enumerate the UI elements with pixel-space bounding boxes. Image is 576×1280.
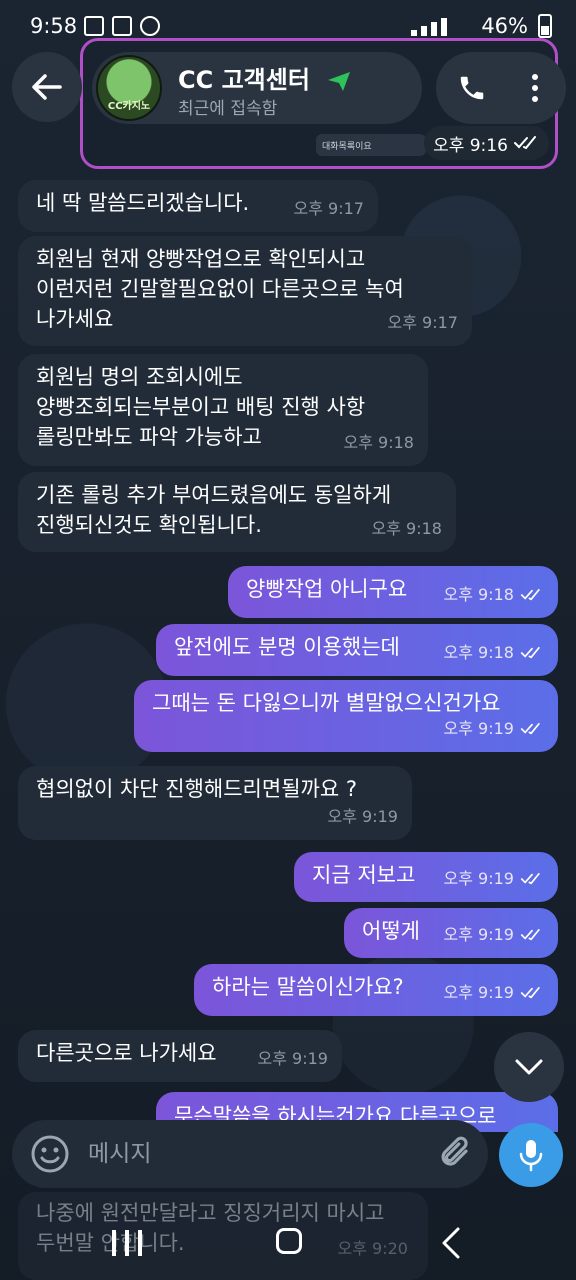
message-bubble[interactable]: 회원님 명의 조회시에도 양빵조회되는부분이고 배팅 진행 사항 롤링만봐도 파… bbox=[18, 354, 428, 466]
more-dot-icon bbox=[532, 96, 538, 102]
message-time: 오후 9:18 bbox=[444, 638, 544, 668]
pinned-timestamp: 오후 9:16 bbox=[424, 126, 549, 160]
message-time: 오후 9:17 bbox=[293, 199, 364, 218]
phone-icon bbox=[460, 76, 484, 100]
message-input[interactable] bbox=[88, 1134, 418, 1174]
message-text: 다른곳으로 나가세요 bbox=[36, 1041, 217, 1065]
header-actions bbox=[436, 52, 566, 124]
chevron-down-icon bbox=[515, 1059, 543, 1075]
chat-title: CC 고객센터 bbox=[178, 60, 352, 95]
chat-title-text: CC 고객센터 bbox=[178, 66, 310, 94]
check-icon bbox=[112, 16, 132, 36]
message-text: 양빵작업 아니구요 bbox=[246, 577, 408, 601]
message-bubble-outgoing[interactable]: 양빵작업 아니구요 오후 9:18 bbox=[228, 566, 558, 618]
chat-header[interactable]: CC카지노 CC 고객센터 최근에 접속함 bbox=[92, 52, 422, 124]
avatar-logo-text: CC카지노 bbox=[107, 101, 151, 112]
message-text: 어떻게 bbox=[362, 919, 420, 943]
more-dot-icon bbox=[532, 74, 538, 80]
double-check-icon bbox=[520, 723, 540, 735]
message-bubble[interactable]: 회원님 현재 양빵작업으로 확인되시고 이런저런 긴말할필요없이 다른곳으로 녹… bbox=[18, 236, 472, 346]
double-check-icon bbox=[513, 136, 536, 150]
status-right: 46% bbox=[411, 14, 552, 38]
message-bubble-outgoing[interactable]: 하라는 말씀이신가요? 오후 9:19 bbox=[194, 964, 558, 1016]
gallery-icon bbox=[84, 16, 104, 36]
voice-message-button[interactable] bbox=[499, 1123, 563, 1187]
pinned-preview: 대화목록이요 bbox=[316, 134, 426, 156]
send-arrow-icon bbox=[328, 72, 351, 91]
message-composer bbox=[12, 1120, 488, 1188]
nav-back-icon[interactable] bbox=[438, 1226, 464, 1260]
notification-dot-icon bbox=[140, 16, 160, 36]
message-time: 오후 9:18 bbox=[343, 433, 414, 452]
last-seen-status: 최근에 접속함 bbox=[178, 99, 278, 119]
message-text: 하라는 말씀이신가요? bbox=[212, 975, 404, 999]
battery-icon bbox=[538, 14, 552, 38]
double-check-icon bbox=[520, 589, 540, 601]
pinned-time-text: 오후 9:16 bbox=[433, 135, 508, 156]
message-time: 오후 9:19 bbox=[444, 714, 544, 744]
double-check-icon bbox=[520, 929, 540, 941]
message-bubble-outgoing[interactable]: 지금 저보고 오후 9:19 bbox=[294, 852, 558, 902]
message-time: 오후 9:19 bbox=[257, 1049, 328, 1068]
message-time: 오후 9:17 bbox=[387, 313, 458, 332]
status-bar: 9:58 46% bbox=[0, 0, 576, 54]
message-bubble[interactable]: 다른곳으로 나가세요 오후 9:19 bbox=[18, 1030, 342, 1082]
message-time: 오후 9:19 bbox=[444, 864, 544, 894]
system-nav-bar bbox=[0, 1212, 576, 1280]
back-button[interactable] bbox=[12, 52, 82, 122]
more-options-button[interactable] bbox=[520, 70, 550, 106]
call-button[interactable] bbox=[454, 70, 490, 106]
message-time: 오후 9:18 bbox=[371, 519, 442, 538]
message-bubble-outgoing[interactable]: 앞전에도 분명 이용했는데 오후 9:18 bbox=[156, 624, 558, 676]
arrow-left-icon bbox=[32, 74, 62, 100]
microphone-icon bbox=[519, 1140, 543, 1172]
message-bubble[interactable]: 네 딱 말씀드리겠습니다. 오후 9:17 bbox=[18, 180, 378, 232]
message-bubble[interactable]: 협의없이 차단 진행해드리면될까요 ? 오후 9:19 bbox=[18, 766, 412, 840]
message-text: 협의없이 차단 진행해드리면될까요 ? bbox=[36, 777, 357, 801]
message-time: 오후 9:19 bbox=[327, 807, 398, 826]
paperclip-icon[interactable] bbox=[438, 1134, 474, 1174]
more-dot-icon bbox=[532, 85, 538, 91]
home-button[interactable] bbox=[276, 1228, 302, 1254]
signal-icon bbox=[411, 16, 471, 36]
message-text: 앞전에도 분명 이용했는데 bbox=[174, 635, 400, 659]
recents-button[interactable] bbox=[112, 1230, 142, 1256]
emoji-icon[interactable] bbox=[30, 1134, 70, 1174]
message-time: 오후 9:19 bbox=[444, 978, 544, 1008]
message-bubble[interactable]: 기존 롤링 추가 부여드렸음에도 동일하게 진행되신것도 확인됩니다. 오후 9… bbox=[18, 472, 456, 552]
message-bubble-outgoing[interactable]: 어떻게 오후 9:19 bbox=[344, 908, 558, 958]
message-bubble-outgoing[interactable]: 그때는 돈 다잃으니까 별말없으신건가요 오후 9:19 bbox=[134, 680, 558, 752]
avatar[interactable]: CC카지노 bbox=[96, 55, 162, 121]
double-check-icon bbox=[520, 647, 540, 659]
battery-percent: 46% bbox=[481, 14, 528, 38]
double-check-icon bbox=[520, 987, 540, 999]
message-text: 지금 저보고 bbox=[312, 863, 416, 887]
message-time: 오후 9:19 bbox=[444, 920, 544, 950]
message-time: 오후 9:18 bbox=[444, 580, 544, 610]
scroll-to-bottom-button[interactable] bbox=[494, 1032, 564, 1102]
double-check-icon bbox=[520, 873, 540, 885]
notification-icons bbox=[84, 16, 160, 36]
status-time: 9:58 bbox=[30, 14, 78, 38]
